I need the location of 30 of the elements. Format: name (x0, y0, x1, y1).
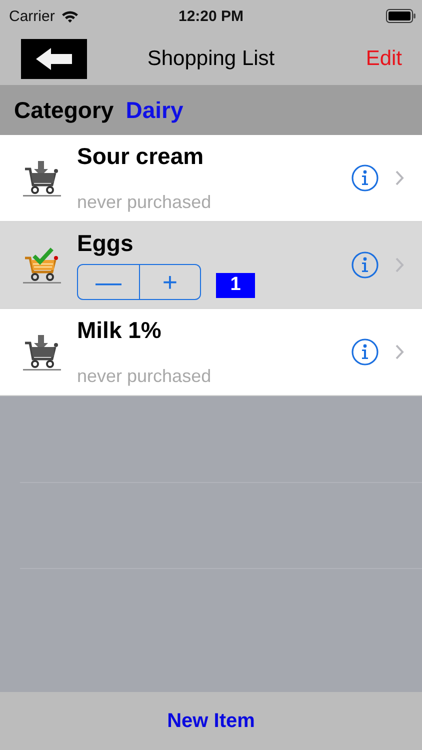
category-label: Category (14, 96, 114, 124)
new-item-button[interactable]: New Item (167, 710, 255, 732)
increment-button[interactable]: + (139, 265, 200, 299)
item-name: Milk 1% (77, 317, 162, 344)
list-row[interactable]: Eggs — + 1 (0, 222, 422, 309)
info-icon[interactable] (351, 251, 379, 279)
cart-download-icon (22, 333, 62, 371)
cart-download-icon (22, 159, 62, 197)
item-name: Eggs (77, 230, 134, 257)
item-status: never purchased (77, 366, 212, 387)
info-icon[interactable] (351, 338, 379, 366)
screen-title: Shopping List (147, 46, 275, 70)
chevron-right-icon (395, 257, 404, 273)
status-time: 12:20 PM (178, 8, 244, 24)
decrement-button[interactable]: — (78, 265, 139, 299)
list-row[interactable]: Milk 1% never purchased (0, 309, 422, 396)
item-status: never purchased (77, 192, 212, 213)
carrier-label: Carrier (9, 8, 55, 24)
wifi-icon (60, 10, 79, 22)
list-row[interactable]: Sour cream never purchased (0, 135, 422, 222)
chevron-right-icon (395, 344, 404, 360)
quantity-badge: 1 (216, 272, 255, 298)
item-name: Sour cream (77, 143, 205, 170)
info-icon[interactable] (351, 164, 379, 192)
back-button[interactable] (21, 38, 87, 78)
chevron-right-icon (395, 170, 404, 186)
arrow-left-icon (34, 46, 74, 72)
category-value[interactable]: Dairy (126, 96, 184, 124)
battery-icon (386, 9, 416, 23)
cart-check-icon (22, 246, 62, 284)
